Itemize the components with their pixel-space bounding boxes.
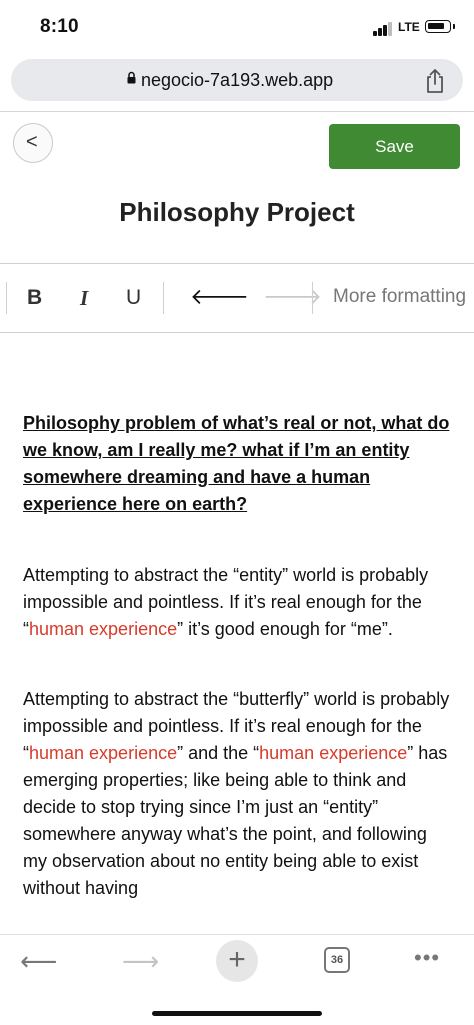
- more-formatting-button[interactable]: More formatting: [333, 286, 466, 308]
- page-title: Philosophy Project: [119, 197, 355, 227]
- toolbar-separator: [312, 282, 313, 314]
- highlighted-text: human experience: [29, 743, 178, 763]
- url-text[interactable]: negocio-7a193.web.app: [141, 70, 333, 91]
- battery-icon: [425, 20, 455, 33]
- bold-button[interactable]: B: [27, 286, 42, 310]
- divider: [0, 111, 474, 112]
- paragraph: Attempting to abstract the “butterfly” w…: [23, 686, 455, 902]
- paragraph: Attempting to abstract the “entity” worl…: [23, 562, 455, 643]
- arrow-left-icon[interactable]: ⟵: [20, 946, 57, 977]
- redo-button[interactable]: 🡒: [263, 284, 322, 310]
- lock-icon: [127, 71, 136, 84]
- new-tab-plus-icon[interactable]: +: [216, 940, 258, 982]
- paragraph-text: ” it’s good enough for “me”.: [177, 619, 393, 639]
- home-indicator: [152, 1011, 322, 1016]
- paragraph-text: ” has emerging properties; like being ab…: [23, 743, 448, 898]
- more-dots-icon[interactable]: •••: [414, 945, 440, 971]
- signal-icon: [373, 22, 395, 36]
- document-editor[interactable]: Philosophy problem of what’s real or not…: [23, 410, 455, 945]
- back-button[interactable]: <: [13, 123, 53, 163]
- toolbar-separator: [163, 282, 164, 314]
- chevron-left-icon: <: [26, 131, 38, 153]
- formatting-toolbar: B I U 🡐 🡒 More formatting: [0, 263, 474, 333]
- underline-button[interactable]: U: [126, 286, 141, 310]
- highlighted-text: human experience: [29, 619, 178, 639]
- phone-screen: 8:10 LTE negocio-7a193.web.app < Save Ph…: [0, 0, 474, 1025]
- document-heading: Philosophy problem of what’s real or not…: [23, 413, 450, 514]
- paragraph-text: ” and the “: [177, 743, 260, 763]
- toolbar-separator: [6, 282, 7, 314]
- share-icon[interactable]: [424, 68, 446, 94]
- undo-button[interactable]: 🡐: [190, 284, 249, 310]
- status-bar: 8:10 LTE: [0, 0, 474, 56]
- italic-button[interactable]: I: [80, 286, 88, 311]
- status-time: 8:10: [40, 16, 79, 37]
- tabs-button[interactable]: 36: [324, 947, 350, 973]
- network-label: LTE: [398, 20, 420, 34]
- highlighted-text: human experience: [259, 743, 408, 763]
- save-button[interactable]: Save: [329, 124, 460, 169]
- arrow-right-icon[interactable]: ⟶: [122, 946, 159, 977]
